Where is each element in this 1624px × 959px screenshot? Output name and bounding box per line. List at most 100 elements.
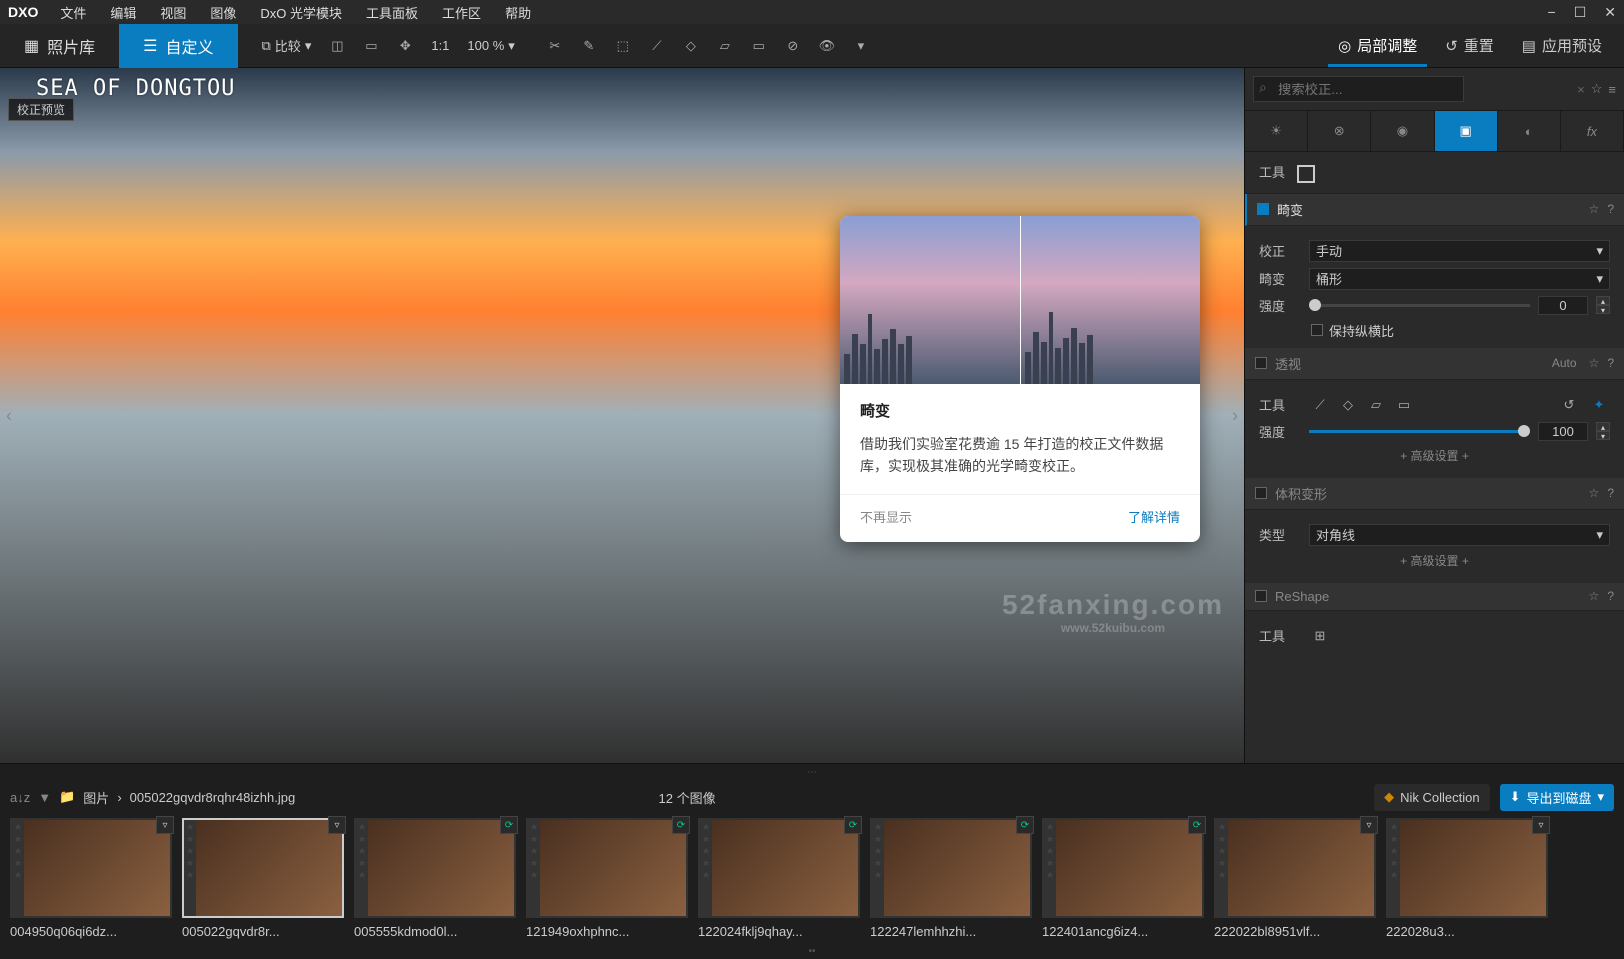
- export-button[interactable]: ⬇ 导出到磁盘 ▾: [1500, 784, 1614, 811]
- fit-icon[interactable]: ▭: [355, 30, 387, 62]
- horizon-icon[interactable]: ⬚: [607, 30, 639, 62]
- filmstrip-resize-handle[interactable]: ⋯: [0, 764, 1624, 780]
- thumbnail[interactable]: ★★★★★⟳122024fklj9qhay...: [698, 818, 860, 941]
- filmstrip-scrollbar[interactable]: ••: [0, 943, 1624, 959]
- step-up-icon[interactable]: ▴: [1596, 422, 1610, 431]
- compare-button[interactable]: ⧉ 比较 ▾: [254, 30, 320, 62]
- persp-auto-icon[interactable]: ✦: [1588, 394, 1610, 416]
- perspective-2-icon[interactable]: ◇: [675, 30, 707, 62]
- rtab-detail[interactable]: ◉: [1371, 111, 1434, 151]
- window-maximize-icon[interactable]: ☐: [1574, 4, 1587, 21]
- apply-preset-button[interactable]: ▤ 应用预设: [1512, 31, 1612, 60]
- reshape-grid-icon[interactable]: ⊞: [1309, 625, 1331, 647]
- move-icon[interactable]: ✥: [389, 30, 421, 62]
- eye-icon[interactable]: 👁: [811, 30, 843, 62]
- thumbnail[interactable]: ★★★★★⟳005555kdmod0l...: [354, 818, 516, 941]
- panel-distortion-header[interactable]: 畸变 ☆?: [1245, 194, 1624, 226]
- intensity-slider[interactable]: [1309, 304, 1530, 307]
- keep-ratio-checkbox[interactable]: [1311, 324, 1323, 336]
- thumbnail[interactable]: ★★★★★▿005022gqvdr8r...: [182, 818, 344, 941]
- rtab-geometry[interactable]: ▣: [1435, 111, 1498, 151]
- volume-advanced[interactable]: + 高级设置 +: [1259, 552, 1610, 569]
- persp-advanced[interactable]: + 高级设置 +: [1259, 447, 1610, 464]
- repair-icon[interactable]: ⊘: [777, 30, 809, 62]
- step-up-icon[interactable]: ▴: [1596, 296, 1610, 305]
- star-icon[interactable]: ☆: [1591, 81, 1603, 97]
- menu-tools[interactable]: 工具面板: [356, 1, 428, 24]
- search-input[interactable]: [1253, 76, 1464, 102]
- crop-tool-icon[interactable]: ✂: [539, 30, 571, 62]
- help-icon[interactable]: ?: [1607, 486, 1614, 500]
- thumbnail[interactable]: ★★★★★⟳122401ancg6iz4...: [1042, 818, 1204, 941]
- tooltip-learn-more[interactable]: 了解详情: [1128, 507, 1180, 526]
- step-down-icon[interactable]: ▾: [1596, 305, 1610, 314]
- perspective-3-icon[interactable]: ▱: [709, 30, 741, 62]
- split-view-icon[interactable]: ◫: [321, 30, 353, 62]
- correction-select[interactable]: 手动▾: [1309, 240, 1610, 262]
- reset-button[interactable]: ↺ 重置: [1435, 31, 1504, 60]
- filter-icon[interactable]: ▼: [38, 790, 51, 805]
- distortion-toggle[interactable]: [1257, 203, 1269, 215]
- rtab-fx[interactable]: fx: [1561, 111, 1624, 151]
- star-icon[interactable]: ☆: [1589, 589, 1600, 603]
- thumbnail[interactable]: ★★★★★⟳121949oxhphnc...: [526, 818, 688, 941]
- folder-name[interactable]: 图片: [83, 788, 109, 807]
- persp-intensity-value[interactable]: 100: [1538, 422, 1588, 441]
- help-icon[interactable]: ?: [1607, 356, 1614, 370]
- menu-icon[interactable]: ≡: [1608, 82, 1616, 97]
- crop-icon[interactable]: [1297, 165, 1315, 183]
- zoom-11-button[interactable]: 1:1: [423, 30, 457, 62]
- menu-view[interactable]: 视图: [150, 1, 196, 24]
- eyedropper-icon[interactable]: ✎: [573, 30, 605, 62]
- thumbnail[interactable]: ★★★★★▿222022bl8951vlf...: [1214, 818, 1376, 941]
- step-down-icon[interactable]: ▾: [1596, 431, 1610, 440]
- tooltip-dont-show[interactable]: 不再显示: [860, 507, 912, 526]
- persp-tool-1[interactable]: ⟋: [1309, 394, 1331, 416]
- persp-intensity-slider[interactable]: [1309, 430, 1530, 433]
- prev-image-button[interactable]: ‹: [2, 401, 16, 430]
- local-adjustments-button[interactable]: ◎ 局部调整: [1328, 24, 1427, 67]
- dropdown-icon[interactable]: ▾: [845, 30, 877, 62]
- tab-customize[interactable]: ☰ 自定义: [119, 24, 237, 68]
- menu-edit[interactable]: 编辑: [100, 1, 146, 24]
- panel-perspective-header[interactable]: 透视 Auto ☆?: [1245, 348, 1624, 380]
- perspective-1-icon[interactable]: ⟋: [641, 30, 673, 62]
- menu-file[interactable]: 文件: [50, 1, 96, 24]
- image-viewer[interactable]: SEA OF DONGTOU 校正预览 ‹ › 畸变 借助我们实验室: [0, 68, 1244, 763]
- rtab-light[interactable]: ☀: [1245, 111, 1308, 151]
- persp-tool-2[interactable]: ◇: [1337, 394, 1359, 416]
- panel-volume-header[interactable]: 体积变形 ☆?: [1245, 478, 1624, 510]
- sort-icon[interactable]: a↓z: [10, 790, 30, 805]
- zoom-dropdown[interactable]: 100 % ▾: [459, 30, 522, 62]
- star-icon[interactable]: ☆: [1589, 356, 1600, 370]
- help-icon[interactable]: ?: [1607, 202, 1614, 216]
- reshape-toggle[interactable]: [1255, 590, 1267, 602]
- rtab-color[interactable]: ⊗: [1308, 111, 1371, 151]
- volume-toggle[interactable]: [1255, 487, 1267, 499]
- panel-reshape-header[interactable]: ReShape ☆?: [1245, 583, 1624, 611]
- window-close-icon[interactable]: ✕: [1604, 4, 1616, 21]
- persp-reset-icon[interactable]: ↺: [1558, 394, 1580, 416]
- next-image-button[interactable]: ›: [1228, 401, 1242, 430]
- clear-search-icon[interactable]: ×: [1577, 82, 1585, 97]
- rtab-local[interactable]: ◐: [1498, 111, 1561, 151]
- star-icon[interactable]: ☆: [1589, 202, 1600, 216]
- window-minimize-icon[interactable]: −: [1548, 4, 1556, 21]
- volume-type-select[interactable]: 对角线▾: [1309, 524, 1610, 546]
- persp-tool-4[interactable]: ▭: [1393, 394, 1415, 416]
- intensity-value[interactable]: 0: [1538, 296, 1588, 315]
- help-icon[interactable]: ?: [1607, 589, 1614, 603]
- menu-optics[interactable]: DxO 光学模块: [250, 1, 352, 24]
- thumbnail[interactable]: ★★★★★⟳122247lemhhzhi...: [870, 818, 1032, 941]
- thumbnail-strip[interactable]: ★★★★★▿004950q06qi6dz...★★★★★▿005022gqvdr…: [0, 814, 1624, 943]
- menu-help[interactable]: 帮助: [495, 1, 541, 24]
- perspective-4-icon[interactable]: ▭: [743, 30, 775, 62]
- star-icon[interactable]: ☆: [1589, 486, 1600, 500]
- menu-image[interactable]: 图像: [200, 1, 246, 24]
- persp-tool-3[interactable]: ▱: [1365, 394, 1387, 416]
- thumbnail[interactable]: ★★★★★▿004950q06qi6dz...: [10, 818, 172, 941]
- perspective-toggle[interactable]: [1255, 357, 1267, 369]
- nik-collection-button[interactable]: ◆ Nik Collection: [1374, 784, 1489, 811]
- thumbnail[interactable]: ★★★★★▿222028u3...: [1386, 818, 1548, 941]
- distortion-type-select[interactable]: 桶形▾: [1309, 268, 1610, 290]
